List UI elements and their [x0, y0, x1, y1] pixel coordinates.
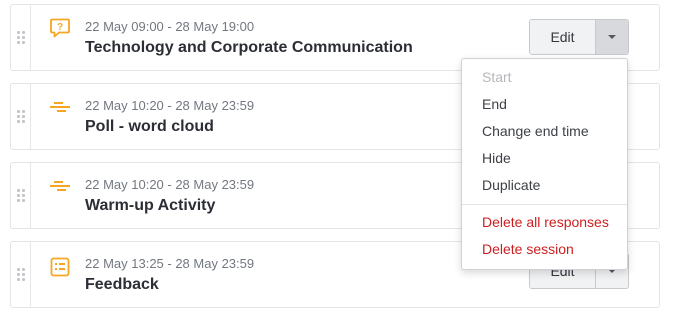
drag-handle[interactable] — [11, 242, 31, 307]
menu-item-delete-all-responses[interactable]: Delete all responses — [462, 209, 627, 236]
menu-item-end[interactable]: End — [462, 91, 627, 118]
question-bubble-icon: ? — [49, 17, 71, 39]
drag-handle-icon — [16, 31, 25, 44]
drag-handle-icon — [16, 110, 25, 123]
more-actions-toggle[interactable] — [596, 20, 628, 54]
drag-handle[interactable] — [11, 163, 31, 228]
chevron-down-icon — [608, 35, 616, 39]
menu-item-duplicate[interactable]: Duplicate — [462, 172, 627, 199]
drag-handle-icon — [16, 268, 25, 281]
session-title: Feedback — [85, 276, 159, 293]
menu-item-hide[interactable]: Hide — [462, 145, 627, 172]
menu-divider — [462, 204, 627, 205]
drag-handle-icon — [16, 189, 25, 202]
session-title: Warm-up Activity — [85, 197, 216, 214]
survey-list-icon — [49, 256, 71, 278]
session-time: 22 May 09:00 - 28 May 19:00 — [85, 19, 255, 34]
menu-item-delete-session[interactable]: Delete session — [462, 236, 627, 263]
word-cloud-icon — [49, 96, 71, 118]
session-actions-menu: Start End Change end time Hide Duplicate… — [461, 58, 628, 270]
session-time: 22 May 10:20 - 28 May 23:59 — [85, 177, 255, 192]
session-time: 22 May 10:20 - 28 May 23:59 — [85, 98, 255, 113]
menu-item-change-end-time[interactable]: Change end time — [462, 118, 627, 145]
svg-text:?: ? — [57, 22, 63, 33]
edit-button[interactable]: Edit — [530, 20, 596, 54]
edit-button-group: Edit — [529, 19, 629, 55]
session-title: Technology and Corporate Communication — [85, 39, 413, 56]
session-title: Poll - word cloud — [85, 118, 214, 135]
word-cloud-icon — [49, 175, 71, 197]
menu-item-start: Start — [482, 69, 512, 85]
drag-handle[interactable] — [11, 84, 31, 149]
drag-handle[interactable] — [11, 5, 31, 70]
session-time: 22 May 13:25 - 28 May 23:59 — [85, 256, 255, 271]
